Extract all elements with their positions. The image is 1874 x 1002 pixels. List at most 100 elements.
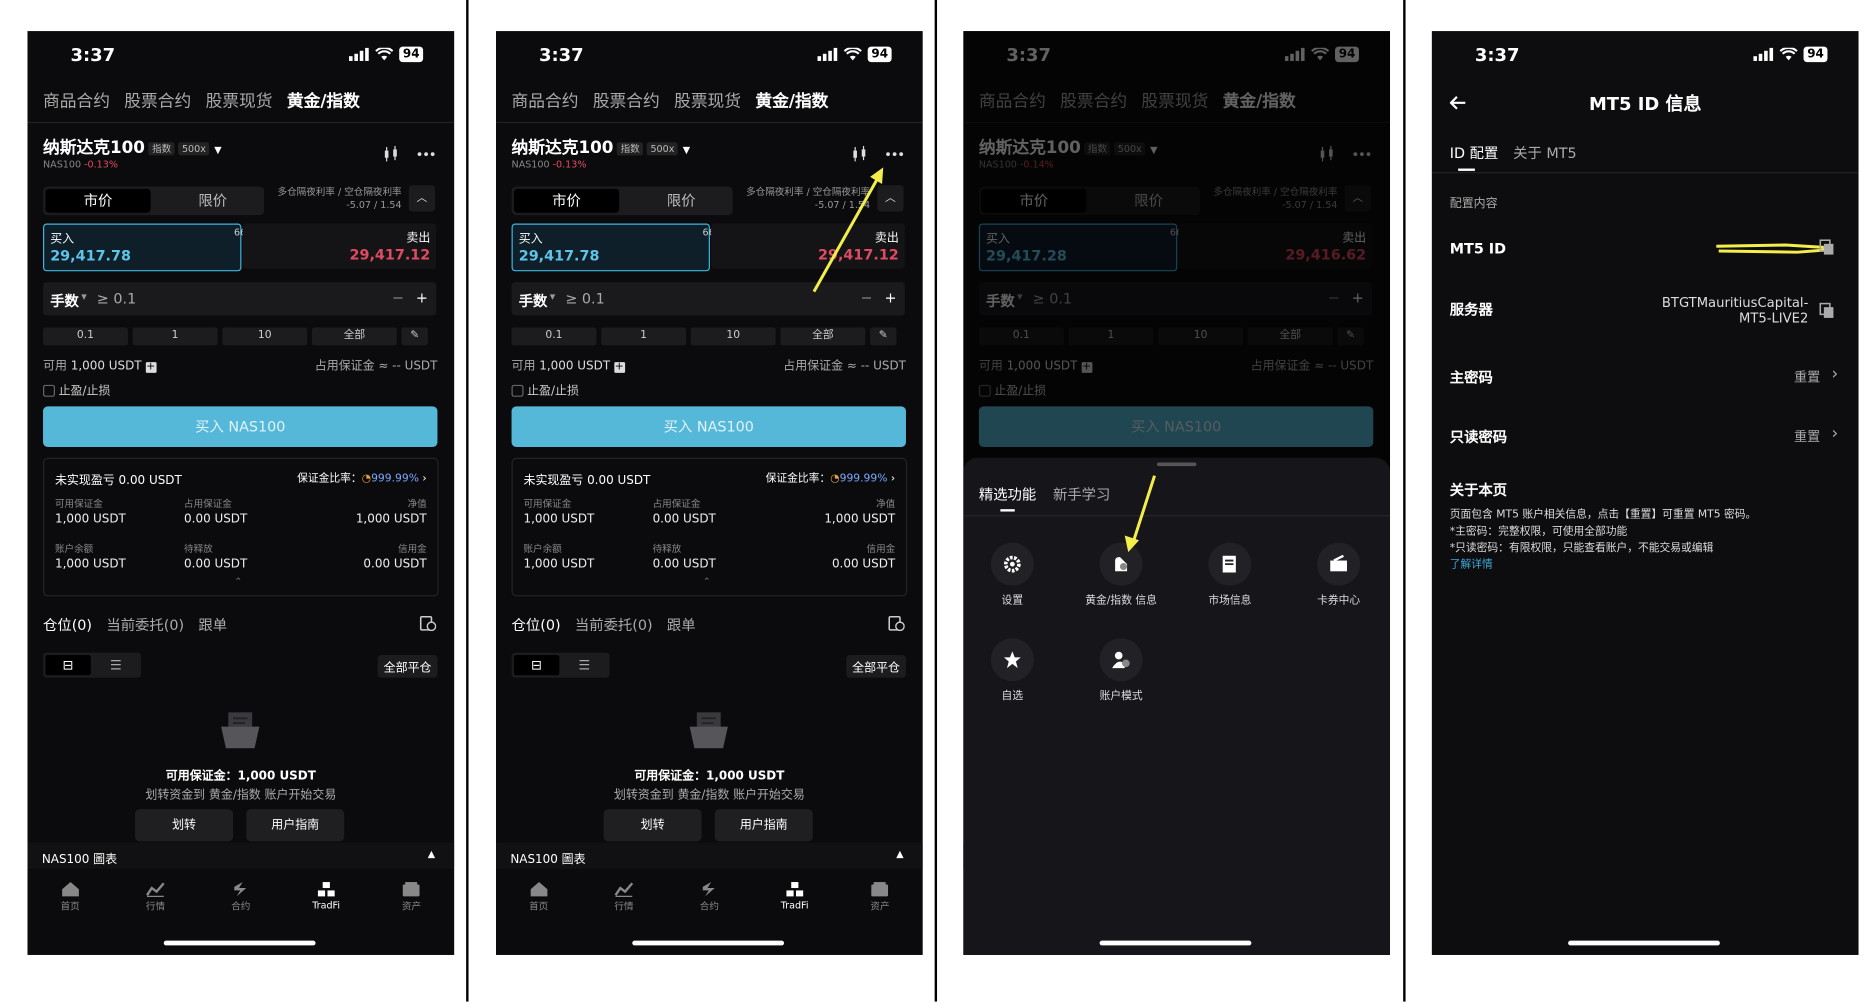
sheet-tab[interactable]: 精选功能: [979, 484, 1036, 504]
buy-button[interactable]: 买入 NAS100: [43, 406, 438, 448]
tpsl-checkbox[interactable]: 止盈/止损: [43, 380, 110, 398]
market-tab[interactable]: 股票合约: [593, 88, 660, 112]
market-tab[interactable]: 商品合约: [43, 88, 110, 112]
sell-label: 卖出: [406, 231, 431, 246]
nav-item[interactable]: TradFi: [765, 874, 825, 934]
readonly-password-row[interactable]: 只读密码 重置 ›: [1450, 424, 1838, 447]
user-guide-button[interactable]: 用户指南: [714, 809, 813, 842]
close-all-button[interactable]: 全部平仓: [377, 654, 438, 678]
minus-button[interactable]: −: [392, 289, 404, 306]
transfer-button[interactable]: 划转: [603, 809, 702, 842]
status-time: 3:37: [539, 44, 584, 66]
nav-item[interactable]: TradFi: [296, 874, 356, 934]
collapse-icon[interactable]: ︿: [408, 185, 436, 212]
copy-icon[interactable]: [1819, 239, 1835, 256]
reset-button[interactable]: 重置: [1794, 367, 1820, 386]
copy-icon[interactable]: [1819, 302, 1835, 319]
market-order-tab[interactable]: 市价: [513, 188, 620, 213]
tpsl-label: 止盈/止损: [58, 384, 111, 399]
main-password-row[interactable]: 主密码 重置 ›: [1450, 365, 1838, 387]
positions-tab[interactable]: 仓位(0): [512, 614, 561, 634]
annotation-arrow: [1124, 475, 1156, 553]
buy-button[interactable]: 买入 NAS100: [511, 406, 906, 448]
market-tab[interactable]: 黄金/指数: [755, 88, 828, 112]
tpsl-checkbox[interactable]: 止盈/止损: [511, 380, 579, 398]
quick-lot-button[interactable]: 10: [690, 327, 776, 346]
history-icon[interactable]: [419, 615, 437, 632]
market-tab[interactable]: 股票合约: [124, 88, 191, 112]
quick-lot-button[interactable]: 0.1: [43, 327, 128, 346]
sheet-handle[interactable]: [1156, 462, 1197, 467]
nav-item[interactable]: 首页: [40, 874, 100, 934]
add-funds-icon[interactable]: +: [145, 362, 157, 373]
candlestick-chart-icon[interactable]: [382, 145, 399, 163]
home-indicator: [632, 940, 785, 946]
candlestick-chart-icon[interactable]: [851, 145, 868, 163]
market-order-tab[interactable]: 市价: [45, 188, 151, 213]
gold-bars-icon: [786, 882, 804, 897]
nav-item[interactable]: 合约: [679, 874, 739, 934]
edit-icon[interactable]: ✎: [870, 327, 897, 346]
positions-tab[interactable]: 当前委托(0): [575, 614, 653, 634]
chart-toggle-bar[interactable]: NAS100 圖表 ▲: [27, 842, 455, 869]
buy-quote[interactable]: 买入 29,417.78 66: [511, 223, 715, 272]
quick-lot-button[interactable]: 1: [601, 327, 687, 346]
quick-lot-button[interactable]: 全部: [780, 327, 866, 346]
edit-icon[interactable]: ✎: [401, 327, 428, 346]
sheet-tab[interactable]: 新手学习: [1053, 484, 1110, 504]
symbol-header[interactable]: 纳斯达克100指数500x ▼: [512, 135, 691, 159]
user-guide-button[interactable]: 用户指南: [246, 809, 345, 842]
list-view-icon[interactable]: ☰: [93, 655, 138, 675]
available-label: 可用: [511, 359, 536, 373]
close-all-button[interactable]: 全部平仓: [846, 654, 906, 678]
feature-item[interactable]: 市场信息: [1182, 542, 1278, 607]
buy-quote[interactable]: 买入 29,417.78 66: [43, 223, 246, 272]
list-view-icon[interactable]: ☰: [562, 655, 607, 675]
tab-about-mt5[interactable]: 关于 MT5: [1513, 142, 1577, 162]
feature-item[interactable]: 设置: [965, 542, 1061, 607]
more-icon[interactable]: [886, 152, 904, 157]
market-tab[interactable]: 股票现货: [206, 88, 273, 112]
limit-order-tab[interactable]: 限价: [629, 189, 734, 213]
limit-order-tab[interactable]: 限价: [160, 189, 265, 213]
caret-down-icon: ▼: [81, 292, 87, 302]
nav-item[interactable]: 合约: [211, 874, 271, 934]
history-icon[interactable]: [888, 615, 905, 632]
market-tab[interactable]: 商品合约: [512, 88, 579, 112]
reset-button[interactable]: 重置: [1794, 427, 1820, 446]
card-view-icon[interactable]: ⊟: [513, 654, 560, 676]
positions-tab[interactable]: 仓位(0): [43, 614, 92, 634]
quick-lot-button[interactable]: 全部: [311, 327, 397, 346]
market-tab[interactable]: 黄金/指数: [287, 88, 360, 112]
positions-tab[interactable]: 跟单: [198, 614, 227, 634]
margin-ratio[interactable]: 保证金比率：◔999.99% ›: [297, 470, 427, 485]
chart-toggle-bar[interactable]: NAS100 圖表 ▲: [496, 842, 923, 869]
more-icon[interactable]: [417, 152, 435, 157]
chevron-up-icon[interactable]: ⌃: [234, 576, 242, 587]
quick-lot-button[interactable]: 0.1: [511, 327, 597, 346]
positions-tab[interactable]: 当前委托(0): [106, 614, 184, 634]
nav-item[interactable]: 资产: [382, 874, 442, 934]
plus-button[interactable]: +: [416, 289, 428, 306]
chevron-up-icon[interactable]: ⌃: [703, 576, 711, 587]
market-tab[interactable]: 股票现货: [674, 88, 741, 112]
learn-more-link[interactable]: 了解详情: [1450, 557, 1844, 574]
quick-lot-button[interactable]: 10: [222, 327, 308, 346]
nav-item[interactable]: 资产: [850, 874, 910, 934]
lot-input[interactable]: 手数 ▼ ≥ 0.1 − +: [43, 282, 437, 316]
margin-ratio[interactable]: 保证金比率：◔999.99% ›: [766, 470, 896, 485]
feature-item[interactable]: 自选: [965, 638, 1061, 703]
feature-item[interactable]: 卡券中心: [1291, 542, 1387, 607]
feature-item[interactable]: 账户模式: [1073, 638, 1169, 703]
nav-item[interactable]: 首页: [509, 874, 569, 934]
transfer-button[interactable]: 划转: [135, 809, 234, 842]
sell-quote[interactable]: 卖出 29,417.12: [242, 223, 437, 269]
add-funds-icon[interactable]: +: [613, 362, 625, 373]
symbol-header[interactable]: 纳斯达克100指数500x ▼: [43, 135, 222, 159]
tab-id-config[interactable]: ID 配置: [1450, 142, 1499, 162]
quick-lot-button[interactable]: 1: [132, 327, 218, 346]
nav-item[interactable]: 行情: [126, 874, 186, 934]
nav-item[interactable]: 行情: [594, 874, 654, 934]
positions-tab[interactable]: 跟单: [667, 614, 696, 634]
card-view-icon[interactable]: ⊟: [45, 654, 91, 676]
